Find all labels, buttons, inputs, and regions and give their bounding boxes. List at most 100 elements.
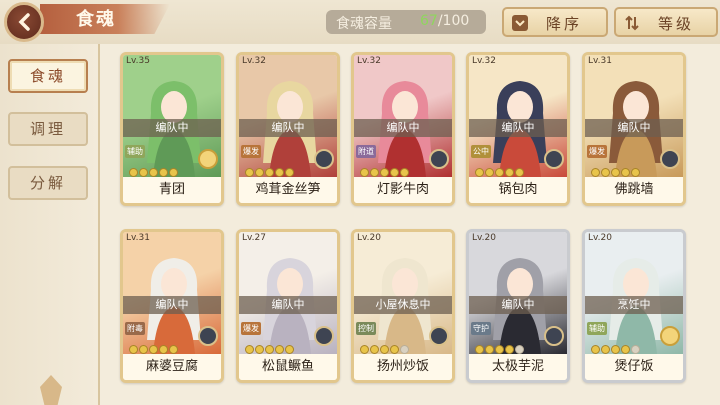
food-soul-card[interactable]: Lv.32 编队中 附道 灯影牛肉 xyxy=(351,52,455,206)
star-icon xyxy=(370,345,379,354)
star-rating xyxy=(129,162,179,177)
star-icon xyxy=(611,168,620,177)
card-name: 太极芋泥 xyxy=(469,354,567,380)
star-icon xyxy=(505,345,514,354)
sidebar-item-cook[interactable]: 调理 xyxy=(8,112,88,146)
star-icon xyxy=(265,345,274,354)
star-icon xyxy=(149,345,158,354)
role-badge: 控制 xyxy=(356,322,376,335)
star-icon xyxy=(400,345,409,354)
card-name: 鸡茸金丝笋 xyxy=(239,177,337,203)
role-badge: 辅助 xyxy=(587,322,607,335)
star-icon xyxy=(475,345,484,354)
food-soul-card[interactable]: Lv.27 编队中 爆发 松鼠鳜鱼 xyxy=(236,229,340,383)
star-icon xyxy=(245,345,254,354)
star-icon xyxy=(631,168,640,177)
sort-arrows-icon xyxy=(625,15,639,31)
star-icon xyxy=(601,345,610,354)
element-icon xyxy=(660,326,680,346)
sort-by-button[interactable]: 等级 xyxy=(614,7,718,37)
star-icon xyxy=(380,168,389,177)
star-icon xyxy=(485,168,494,177)
food-soul-card[interactable]: Lv.32 编队中公中锅包肉 xyxy=(466,52,570,206)
element-icon xyxy=(198,326,218,346)
element-icon xyxy=(544,326,564,346)
star-rating xyxy=(475,162,525,177)
star-icon xyxy=(631,345,640,354)
star-icon xyxy=(390,345,399,354)
star-icon xyxy=(515,168,524,177)
capacity-label: 食魂容量 xyxy=(336,16,392,32)
star-rating xyxy=(360,339,410,354)
star-icon xyxy=(601,168,610,177)
level-label: Lv.32 xyxy=(357,56,381,66)
element-icon xyxy=(544,149,564,169)
level-label: Lv.20 xyxy=(357,233,381,243)
capacity-current: 67 xyxy=(420,13,438,29)
status-badge: 编队中 xyxy=(123,119,221,137)
status-badge: 编队中 xyxy=(354,119,452,137)
star-icon xyxy=(621,168,630,177)
star-rating xyxy=(591,339,641,354)
sort-by-label: 等级 xyxy=(658,15,695,33)
page-title: 食魂 xyxy=(76,9,116,30)
status-badge: 编队中 xyxy=(469,119,567,137)
ornament-icon xyxy=(40,375,62,405)
back-button[interactable] xyxy=(4,2,44,42)
capacity-display: 食魂容量 67/100 xyxy=(326,10,486,34)
sort-order-label: 降序 xyxy=(546,15,583,33)
level-label: Lv.31 xyxy=(126,233,150,243)
star-icon xyxy=(360,168,369,177)
sidebar-item-decompose[interactable]: 分解 xyxy=(8,166,88,200)
sidebar-item-food-soul[interactable]: 食魂 xyxy=(8,59,88,93)
star-icon xyxy=(169,345,178,354)
star-icon xyxy=(159,168,168,177)
level-label: Lv.32 xyxy=(472,56,496,66)
star-icon xyxy=(285,168,294,177)
level-label: Lv.20 xyxy=(472,233,496,243)
card-name: 锅包肉 xyxy=(469,177,567,203)
status-badge: 烹饪中 xyxy=(585,296,683,314)
food-soul-card[interactable]: Lv.31 编队中 附毒 麻婆豆腐 xyxy=(120,229,224,383)
star-icon xyxy=(129,345,138,354)
element-icon xyxy=(314,326,334,346)
star-icon xyxy=(495,345,504,354)
role-badge: 爆发 xyxy=(241,145,261,158)
status-badge: 编队中 xyxy=(123,296,221,314)
role-badge: 守护 xyxy=(471,322,491,335)
star-icon xyxy=(285,345,294,354)
star-rating xyxy=(591,162,641,177)
food-soul-card[interactable]: Lv.20 烹饪中 辅助 煲仔饭 xyxy=(582,229,686,383)
star-icon xyxy=(129,168,138,177)
level-label: Lv.31 xyxy=(588,56,612,66)
star-icon xyxy=(149,168,158,177)
star-icon xyxy=(245,168,254,177)
star-icon xyxy=(611,345,620,354)
card-name: 佛跳墙 xyxy=(585,177,683,203)
status-badge: 小屋休息中 xyxy=(354,296,452,314)
food-soul-card[interactable]: Lv.35 编队中 辅助 青团 xyxy=(120,52,224,206)
star-icon xyxy=(485,345,494,354)
element-icon xyxy=(429,326,449,346)
star-icon xyxy=(275,345,284,354)
food-soul-card[interactable]: Lv.20 编队中 守护 太极芋泥 xyxy=(466,229,570,383)
capacity-total: /100 xyxy=(437,13,470,29)
star-icon xyxy=(139,345,148,354)
card-name: 灯影牛肉 xyxy=(354,177,452,203)
status-badge: 编队中 xyxy=(239,119,337,137)
element-icon xyxy=(198,149,218,169)
food-soul-card[interactable]: Lv.32 编队中爆发鸡茸金丝笋 xyxy=(236,52,340,206)
role-badge: 公中 xyxy=(471,145,491,158)
star-icon xyxy=(515,345,524,354)
element-icon xyxy=(314,149,334,169)
role-badge: 辅助 xyxy=(125,145,145,158)
sidebar: 食魂 调理 分解 xyxy=(0,44,100,405)
star-icon xyxy=(505,168,514,177)
level-label: Lv.32 xyxy=(242,56,266,66)
star-icon xyxy=(275,168,284,177)
food-soul-card[interactable]: Lv.31 编队中 爆发 佛跳墙 xyxy=(582,52,686,206)
card-name: 扬州炒饭 xyxy=(354,354,452,380)
sort-order-button[interactable]: 降序 xyxy=(502,7,608,37)
food-soul-card[interactable]: Lv.20 小屋休息中控制扬州炒饭 xyxy=(351,229,455,383)
level-label: Lv.27 xyxy=(242,233,266,243)
